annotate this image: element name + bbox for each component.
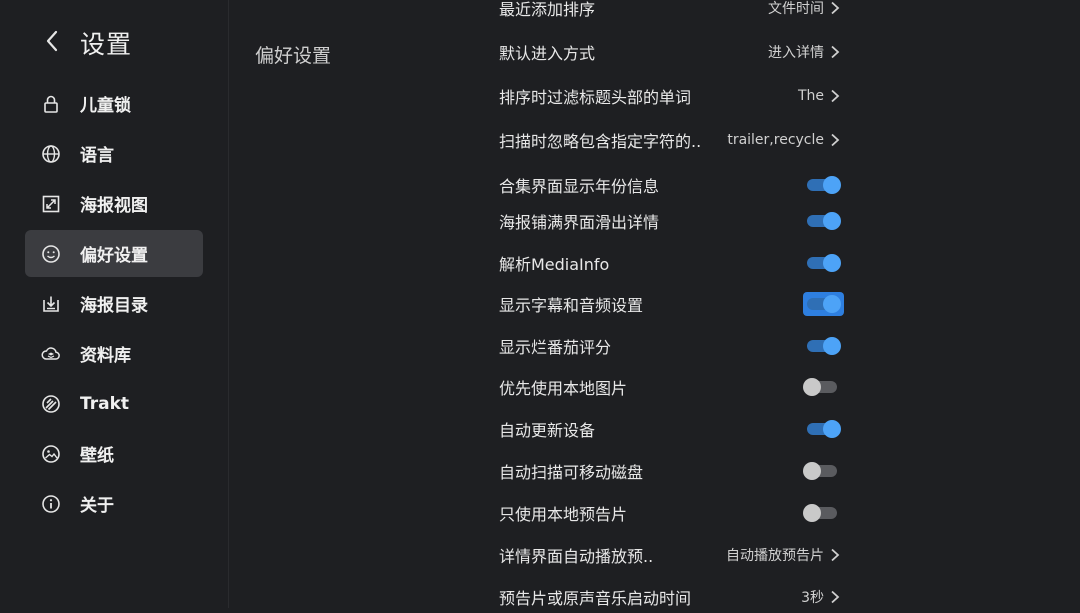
info-icon xyxy=(41,494,61,514)
setting-value: 进入详情 xyxy=(768,45,824,61)
sidebar-item-label: 关于 xyxy=(80,496,114,516)
setting-local-images[interactable]: 优先使用本地图片 xyxy=(499,371,844,403)
setting-label: 优先使用本地图片 xyxy=(499,379,628,398)
toggle-knob xyxy=(822,254,841,272)
sidebar-item-label: 语言 xyxy=(80,146,114,166)
chevron-right-icon xyxy=(830,45,844,59)
toggle-switch[interactable] xyxy=(802,378,837,396)
setting-default-entry[interactable]: 默认进入方式 进入详情 xyxy=(499,36,844,68)
setting-recent-sort[interactable]: 最近添加排序 文件时间 xyxy=(499,0,844,24)
sidebar-item-label: 资料库 xyxy=(80,346,131,366)
trakt-icon xyxy=(41,394,61,414)
sidebar-item-library[interactable]: 资料库 xyxy=(25,330,203,377)
toggle-knob xyxy=(822,212,841,230)
setting-label: 默认进入方式 xyxy=(499,44,596,63)
setting-poster-slide-details[interactable]: 海报铺满界面滑出详情 xyxy=(499,205,844,237)
setting-label: 解析MediaInfo xyxy=(499,255,610,274)
sidebar-item-poster-directory[interactable]: 海报目录 xyxy=(25,280,203,327)
toggle-knob xyxy=(802,462,821,480)
setting-label: 显示字幕和音频设置 xyxy=(499,296,644,315)
toggle-switch[interactable] xyxy=(806,337,841,355)
globe-icon xyxy=(41,144,61,164)
sidebar-item-trakt[interactable]: Trakt xyxy=(25,380,203,427)
setting-label: 详情界面自动播放预.. xyxy=(499,547,654,566)
setting-value: 自动播放预告片 xyxy=(726,548,824,564)
chevron-right-icon xyxy=(830,590,844,604)
chevron-right-icon xyxy=(830,548,844,562)
focus-highlight xyxy=(803,292,844,316)
wallpaper-icon xyxy=(41,444,61,464)
toggle-switch[interactable] xyxy=(806,254,841,272)
sidebar-item-preferences[interactable]: 偏好设置 xyxy=(25,230,203,277)
toggle-switch[interactable] xyxy=(806,420,841,438)
setting-label: 合集界面显示年份信息 xyxy=(499,177,660,196)
toggle-knob xyxy=(822,176,841,194)
section-title: 偏好设置 xyxy=(255,45,332,67)
sidebar-item-poster-view[interactable]: 海报视图 xyxy=(25,180,203,227)
setting-auto-update-device[interactable]: 自动更新设备 xyxy=(499,413,844,445)
sidebar-item-wallpaper[interactable]: 壁纸 xyxy=(25,430,203,477)
setting-rotten-tomatoes[interactable]: 显示烂番茄评分 xyxy=(499,330,844,362)
sidebar-item-child-lock[interactable]: 儿童锁 xyxy=(25,80,203,127)
page-title: 设置 xyxy=(80,30,133,59)
sidebar-item-language[interactable]: 语言 xyxy=(25,130,203,177)
sidebar-item-label: 偏好设置 xyxy=(80,246,148,266)
setting-label: 显示烂番茄评分 xyxy=(499,338,612,357)
toggle-switch[interactable] xyxy=(806,212,841,230)
setting-trailer-start-time[interactable]: 预告片或原声音乐启动时间 3秒 xyxy=(499,581,844,613)
toggle-knob xyxy=(802,504,821,522)
setting-collection-year[interactable]: 合集界面显示年份信息 xyxy=(499,169,844,201)
toggle-switch[interactable] xyxy=(806,176,841,194)
setting-local-trailers[interactable]: 只使用本地预告片 xyxy=(499,497,844,529)
chevron-right-icon xyxy=(830,133,844,147)
cloud-stack-icon xyxy=(41,344,61,364)
chevron-right-icon xyxy=(830,1,844,15)
setting-label: 扫描时忽略包含指定字符的.. xyxy=(499,132,702,151)
sidebar-item-label: 海报视图 xyxy=(80,196,148,216)
setting-filter-title-words[interactable]: 排序时过滤标题头部的单词 The xyxy=(499,80,844,112)
setting-label: 排序时过滤标题头部的单词 xyxy=(499,88,692,107)
expand-icon xyxy=(41,194,61,214)
toggle-knob xyxy=(822,295,841,313)
setting-scan-ignore[interactable]: 扫描时忽略包含指定字符的.. trailer,recycle xyxy=(499,124,844,156)
sidebar-item-label: 儿童锁 xyxy=(80,96,131,116)
setting-label: 预告片或原声音乐启动时间 xyxy=(499,589,692,608)
setting-label: 海报铺满界面滑出详情 xyxy=(499,213,660,232)
setting-label: 只使用本地预告片 xyxy=(499,505,628,524)
toggle-knob xyxy=(822,337,841,355)
sidebar-item-label: 壁纸 xyxy=(80,446,114,466)
setting-parse-mediainfo[interactable]: 解析MediaInfo xyxy=(499,247,844,279)
sidebar-item-label: Trakt xyxy=(80,393,130,414)
toggle-switch[interactable] xyxy=(802,462,837,480)
setting-details-autoplay[interactable]: 详情界面自动播放预.. 自动播放预告片 xyxy=(499,539,844,571)
sidebar: 设置 儿童锁 语言 海报视图 偏好设置 海报目录 资料库 Trakt 壁纸 关于 xyxy=(0,0,229,608)
sidebar-item-label: 海报目录 xyxy=(80,296,148,316)
toggle-knob xyxy=(802,378,821,396)
setting-value: trailer,recycle xyxy=(727,132,824,148)
setting-label: 最近添加排序 xyxy=(499,0,596,19)
setting-value: The xyxy=(797,88,824,104)
toggle-switch[interactable] xyxy=(802,504,837,522)
header: 设置 xyxy=(40,24,132,62)
smiley-icon xyxy=(41,244,61,264)
setting-label: 自动更新设备 xyxy=(499,421,596,440)
setting-label: 自动扫描可移动磁盘 xyxy=(499,463,644,482)
chevron-left-icon xyxy=(45,30,59,56)
setting-subtitle-audio[interactable]: 显示字幕和音频设置 xyxy=(499,288,844,320)
toggle-knob xyxy=(822,420,841,438)
setting-value: 文件时间 xyxy=(768,1,824,17)
back-button[interactable] xyxy=(40,24,64,62)
setting-auto-scan-removable[interactable]: 自动扫描可移动磁盘 xyxy=(499,455,844,487)
lock-icon xyxy=(41,94,61,114)
setting-value: 3秒 xyxy=(801,590,824,606)
toggle-switch[interactable] xyxy=(806,295,841,313)
chevron-right-icon xyxy=(830,89,844,103)
sidebar-item-about[interactable]: 关于 xyxy=(25,480,203,527)
download-box-icon xyxy=(41,294,61,314)
